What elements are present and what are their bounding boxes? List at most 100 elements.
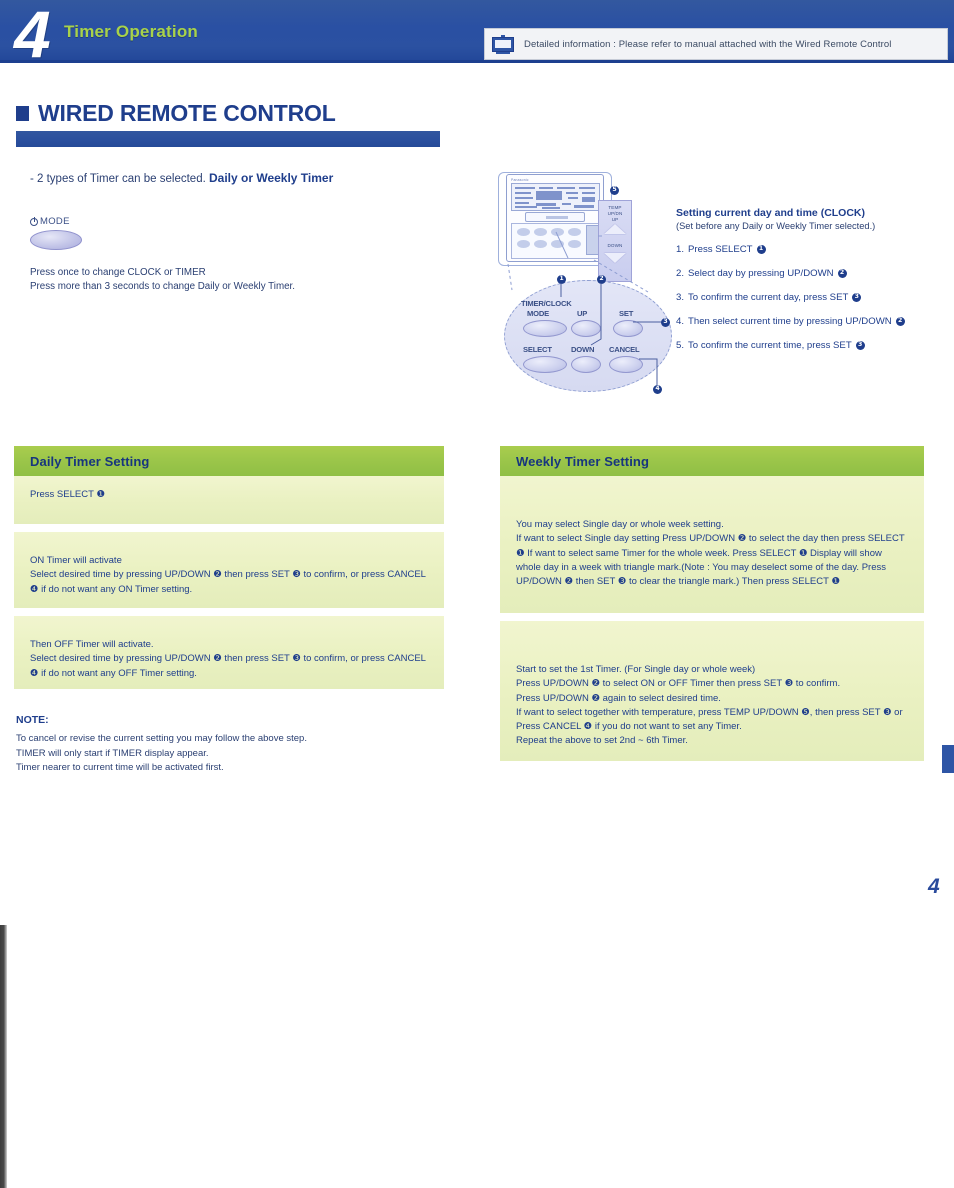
remote-lcd-display	[511, 183, 600, 211]
page-title: WIRED REMOTE CONTROL	[16, 100, 336, 127]
badge-3: 3	[661, 318, 670, 327]
weekly-timer-header: Weekly Timer Setting	[500, 446, 924, 476]
clock-step-badge: 3	[855, 340, 865, 350]
page-title-text: WIRED REMOTE CONTROL	[38, 100, 336, 126]
down-label: DOWN	[571, 345, 595, 354]
clock-step: 2. Select day by pressing UP/DOWN 2	[676, 268, 946, 279]
select-label: SELECT	[523, 345, 552, 354]
down-triangle-icon[interactable]	[604, 253, 626, 263]
detailed-info-strip: Detailed information : Please refer to m…	[484, 28, 948, 60]
callout-badge-5: 5	[610, 186, 619, 195]
clock-step-badge: 1	[756, 244, 766, 254]
clock-step-badge: 2	[837, 268, 847, 278]
wired-remote-icon	[492, 34, 514, 54]
clock-step: 4. Then select current time by pressing …	[676, 316, 946, 327]
daily-gap-2	[14, 608, 444, 616]
weekly-timer-title: Weekly Timer Setting	[516, 453, 650, 469]
weekly-gap-1	[500, 613, 924, 621]
clock-step-text: Press SELECT	[688, 243, 753, 255]
chapter-header: 4 Timer Operation Detailed information :…	[0, 0, 954, 71]
clock-step-text: Then select current time by pressing UP/…	[688, 315, 892, 327]
note-heading: NOTE:	[16, 714, 49, 726]
daily-timer-header: Daily Timer Setting	[14, 446, 444, 476]
weekly-block-2-text: Start to set the 1st Timer. (For Single …	[516, 664, 903, 747]
daily-block-2-text: ON Timer will activate Select desired ti…	[30, 555, 426, 595]
cancel-label: CANCEL	[609, 345, 640, 354]
clock-step: 3. To confirm the current day, press SET…	[676, 292, 946, 303]
note-line: Timer nearer to current time will be act…	[16, 762, 224, 774]
scan-edge-artifact	[0, 925, 7, 1188]
up-label: UP	[577, 309, 588, 318]
clock-step-number: 5.	[676, 339, 685, 351]
manual-page: 4 Timer Operation Detailed information :…	[0, 0, 954, 1188]
clock-step-text: Select day by pressing UP/DOWN	[688, 267, 834, 279]
clock-instructions-title: Setting current day and time (CLOCK)	[676, 207, 866, 219]
mode-button-label: MODE	[40, 216, 70, 227]
daily-block-2: ON Timer will activate Select desired ti…	[14, 532, 444, 608]
intro-bold: Daily or Weekly Timer	[208, 171, 334, 185]
clock-step-number: 1.	[676, 243, 685, 255]
weekly-block-1: You may select Single day or whole week …	[500, 476, 924, 613]
clock-step-text: To confirm the current day, press SET	[688, 291, 849, 303]
remote-control-illustration: Panasonic 5 TEMP UP/DN UP DOWN TIMER/CLO…	[498, 172, 678, 412]
mode-instruction-line-2: Press more than 3 seconds to change Dail…	[30, 281, 295, 293]
mode-button-shape[interactable]	[30, 230, 82, 250]
mode-caption: MODE	[527, 309, 549, 318]
daily-timer-panel: Daily Timer Setting Press SELECT ❶ ON Ti…	[14, 446, 444, 689]
badge-4: 4	[653, 385, 662, 394]
mode-instruction-line-1: Press once to change CLOCK or TIMER	[30, 267, 206, 278]
clock-step-badge: 3	[852, 292, 862, 302]
set-button[interactable]	[613, 320, 643, 337]
up-button[interactable]	[571, 320, 601, 337]
chapter-title: Timer Operation	[64, 22, 198, 41]
square-bullet-icon	[16, 106, 29, 121]
remote-flap	[525, 212, 585, 222]
cancel-button[interactable]	[609, 356, 643, 373]
down-caption: DOWN	[607, 243, 623, 248]
clock-step: 1. Press SELECT 1	[676, 244, 946, 255]
clock-step-badge: 2	[895, 316, 905, 326]
note-line: TIMER will only start if TIMER display a…	[16, 747, 209, 759]
intro-prefix: - 2 types of Timer can be selected.	[30, 173, 206, 185]
clock-instructions-subtitle: (Set before any Daily or Weekly Timer se…	[676, 220, 876, 231]
power-icon	[30, 216, 38, 226]
daily-gap-1	[14, 524, 444, 532]
set-label: SET	[619, 309, 634, 318]
badge-1: 1	[557, 275, 566, 284]
title-underbar	[16, 131, 440, 147]
daily-block-3: Then OFF Timer will activate. Select des…	[14, 616, 444, 689]
weekly-block-2: Start to set the 1st Timer. (For Single …	[500, 621, 924, 761]
temp-updown-callout: TEMP UP/DN UP DOWN	[598, 200, 632, 282]
mode-button-caption: MODE	[30, 216, 150, 227]
detailed-info-text: Detailed information : Please refer to m…	[524, 38, 892, 50]
clock-setting-instructions: Setting current day and time (CLOCK) (Se…	[676, 207, 946, 351]
remote-brand: Panasonic	[511, 178, 529, 182]
clock-step: 5. To confirm the current time, press SE…	[676, 340, 946, 351]
mode-instructions: Press once to change CLOCK or TIMER Pres…	[30, 266, 295, 294]
note-body: To cancel or revise the current setting …	[16, 732, 436, 776]
badge-2: 2	[597, 275, 606, 284]
mode-button-illustration: MODE	[30, 216, 150, 256]
temp-updown-caption: TEMP UP/DN	[607, 205, 623, 217]
daily-timer-title: Daily Timer Setting	[30, 453, 150, 469]
intro-line: - 2 types of Timer can be selected. Dail…	[30, 171, 333, 185]
up-triangle-icon[interactable]	[604, 224, 626, 234]
button-cluster-magnifier: TIMER/CLOCK MODE UP SET SELECT DOWN CANC…	[504, 275, 672, 394]
weekly-block-1-text: You may select Single day or whole week …	[516, 519, 905, 587]
daily-block-1: Press SELECT ❶	[14, 476, 444, 524]
clock-step-number: 2.	[676, 267, 685, 279]
remote-body: Panasonic	[506, 174, 604, 262]
weekly-timer-panel: Weekly Timer Setting You may select Sing…	[500, 446, 924, 761]
header-rule	[0, 60, 954, 63]
clock-step-text: To confirm the current time, press SET	[688, 339, 852, 351]
button-cluster: TIMER/CLOCK MODE UP SET SELECT DOWN CANC…	[521, 299, 655, 375]
page-number: 4	[928, 875, 940, 898]
mode-button[interactable]	[523, 320, 567, 337]
timer-clock-caption: TIMER/CLOCK	[521, 299, 572, 308]
down-button[interactable]	[571, 356, 601, 373]
up-caption: UP	[611, 217, 619, 222]
daily-block-1-text: Press SELECT ❶	[30, 489, 105, 500]
select-button[interactable]	[523, 356, 567, 373]
edge-index-tab	[942, 745, 954, 773]
note-line: To cancel or revise the current setting …	[16, 733, 307, 744]
